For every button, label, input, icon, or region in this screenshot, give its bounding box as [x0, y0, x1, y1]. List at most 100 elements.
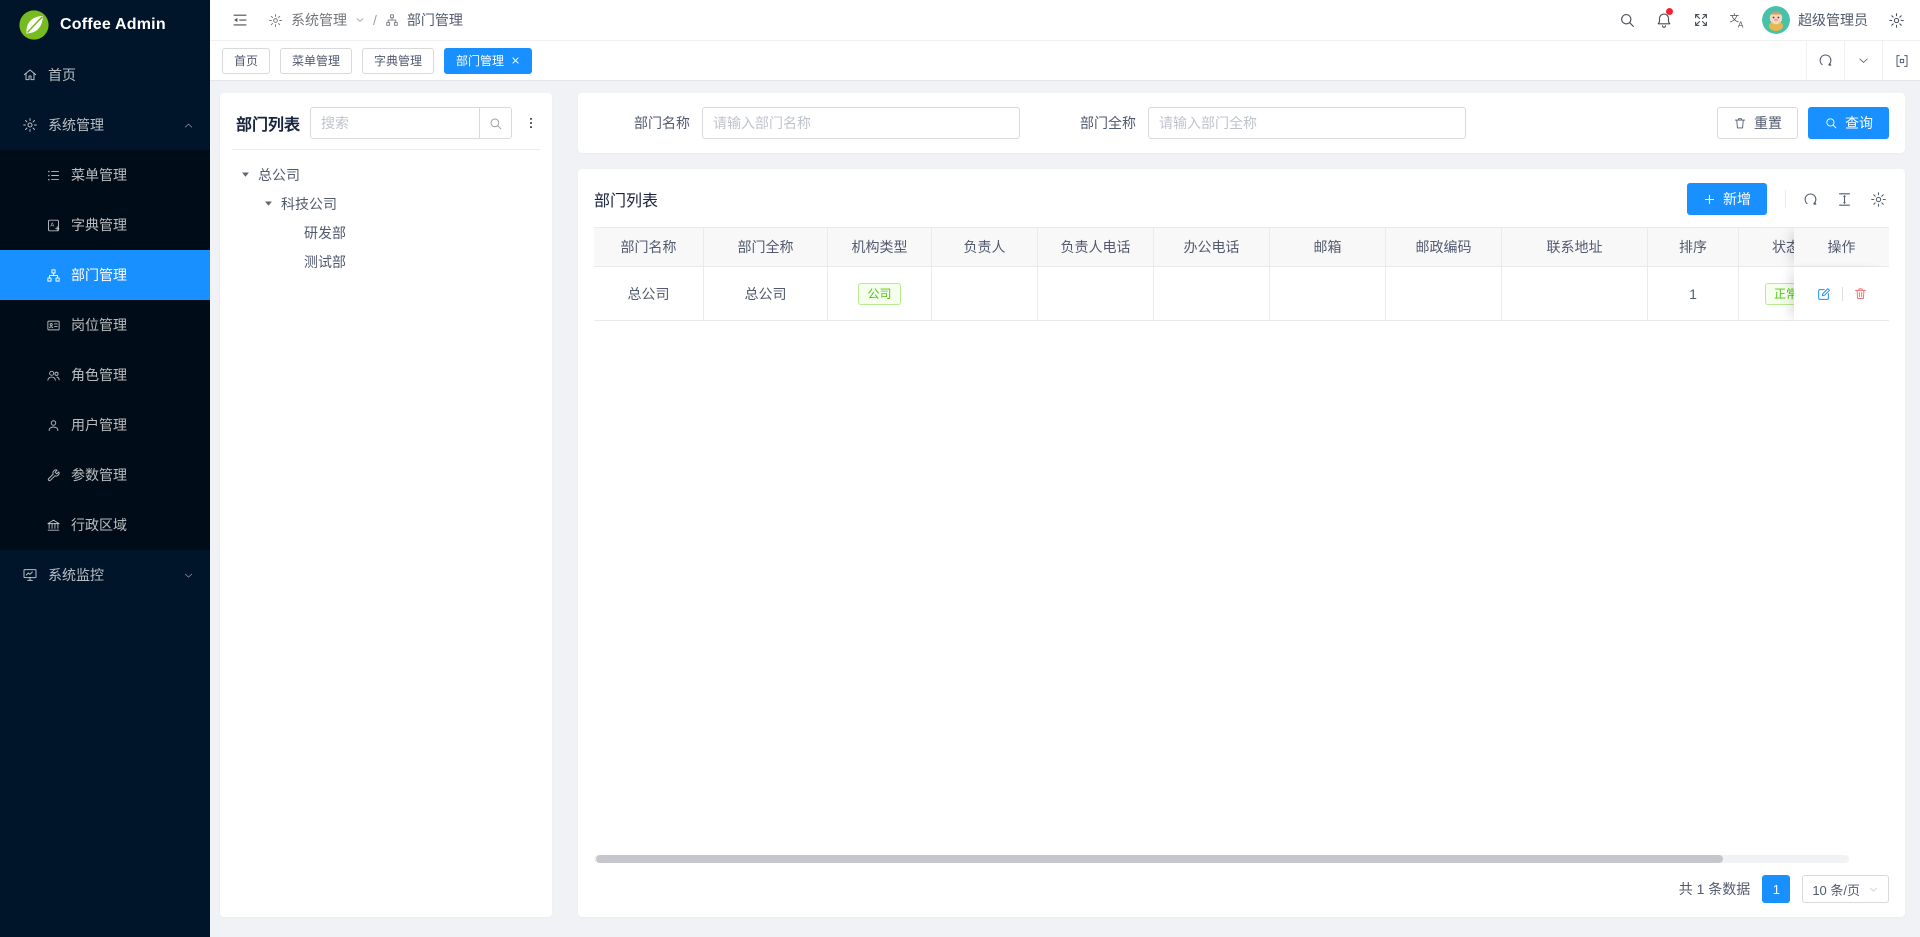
gear-icon: [1888, 12, 1905, 29]
column-height-icon: [1836, 191, 1853, 208]
col-sort: 排序: [1648, 227, 1739, 267]
dept-fullname-label: 部门全称: [1080, 113, 1136, 133]
dept-name-input[interactable]: [702, 107, 1020, 139]
chevron-down-icon: [183, 570, 194, 581]
breadcrumb-parent[interactable]: 系统管理: [291, 10, 347, 30]
tab-options-button[interactable]: [1844, 41, 1882, 80]
sidebar-item-user-mgmt[interactable]: 用户管理: [0, 400, 210, 450]
tab-menu-mgmt[interactable]: 菜单管理: [280, 48, 352, 74]
sidebar: Coffee Admin 首页 系统管理 菜单管理 A 字典管理 部门管理 岗位…: [0, 0, 210, 937]
sidebar-item-menu-mgmt[interactable]: 菜单管理: [0, 150, 210, 200]
notifications-button[interactable]: [1645, 0, 1682, 40]
cell-leader-phone: [1038, 267, 1154, 321]
sidebar-item-dict-mgmt[interactable]: A 字典管理: [0, 200, 210, 250]
sidebar-item-post-mgmt[interactable]: 岗位管理: [0, 300, 210, 350]
tab-dict-mgmt[interactable]: 字典管理: [362, 48, 434, 74]
refresh-tab-button[interactable]: [1806, 41, 1844, 80]
svg-text:A: A: [50, 222, 54, 228]
cell-address: [1502, 267, 1648, 321]
tab-home[interactable]: 首页: [222, 48, 270, 74]
tree-node-test-dept[interactable]: 测试部: [232, 247, 540, 276]
tree-search-input[interactable]: [311, 108, 479, 138]
col-actions: 操作: [1794, 227, 1889, 267]
gear-icon: [22, 117, 38, 133]
tree-more-button[interactable]: [522, 115, 540, 131]
table-empty-space: [594, 321, 1889, 853]
fullscreen-button[interactable]: [1682, 0, 1719, 40]
top-header: 系统管理 / 部门管理 文A: [210, 0, 1920, 41]
right-column: 部门名称 部门全称 重置 查询: [578, 93, 1905, 917]
sidebar-item-label: 系统管理: [48, 115, 104, 135]
add-button[interactable]: 新增: [1687, 183, 1767, 215]
scrollbar-thumb[interactable]: [596, 855, 1723, 863]
fullscreen-icon: [1692, 11, 1710, 29]
search-button-label: 查询: [1845, 113, 1873, 133]
content-area: 部门列表 总公司: [210, 81, 1920, 937]
username[interactable]: 超级管理员: [1798, 10, 1868, 30]
search-icon: [1618, 11, 1636, 29]
dictionary-icon: A: [46, 218, 61, 233]
org-type-tag: 公司: [858, 283, 900, 305]
edit-row-button[interactable]: [1816, 286, 1832, 302]
col-org-type: 机构类型: [828, 227, 932, 267]
page-1-button[interactable]: 1: [1762, 875, 1790, 903]
tree-node-head-office[interactable]: 总公司: [232, 160, 540, 189]
tree-node-label: 总公司: [258, 165, 300, 185]
sidebar-item-label: 字典管理: [71, 215, 127, 235]
sidebar-item-dept-mgmt[interactable]: 部门管理: [0, 250, 210, 300]
tree-node-label: 科技公司: [281, 194, 337, 214]
column-height-button[interactable]: [1836, 191, 1853, 208]
tree-search-button[interactable]: [479, 108, 511, 138]
search-submit-button[interactable]: 查询: [1808, 107, 1889, 139]
app-logo[interactable]: Coffee Admin: [0, 0, 210, 50]
sidebar-item-label: 行政区域: [71, 515, 127, 535]
tab-dept-mgmt[interactable]: 部门管理: [444, 48, 532, 74]
collapse-sidebar-button[interactable]: [228, 0, 252, 40]
dept-name-field: 部门名称: [634, 107, 1020, 139]
toolbar-divider: [1785, 190, 1786, 208]
sidebar-item-home[interactable]: 首页: [0, 50, 210, 100]
sidebar-item-monitor[interactable]: 系统监控: [0, 550, 210, 600]
add-button-label: 新增: [1723, 189, 1751, 209]
search-button[interactable]: [1608, 0, 1645, 40]
close-icon[interactable]: [511, 56, 520, 65]
list-icon: [46, 168, 61, 183]
svg-text:A: A: [1738, 19, 1744, 29]
col-dept-name: 部门名称: [594, 227, 704, 267]
tree-node-rd-dept[interactable]: 研发部: [232, 218, 540, 247]
dept-table-viewport: 部门名称 部门全称 机构类型 负责人 负责人电话 办公电话 邮箱 邮政编码 联系…: [594, 227, 1889, 321]
reset-button[interactable]: 重置: [1717, 107, 1798, 139]
table-settings-button[interactable]: [1870, 191, 1887, 208]
page-size-select[interactable]: 10 条/页: [1802, 875, 1889, 903]
wrench-icon: [46, 468, 61, 483]
main-area: 系统管理 / 部门管理 文A: [210, 0, 1920, 937]
refresh-table-button[interactable]: [1802, 191, 1819, 208]
breadcrumb: 系统管理 / 部门管理: [268, 10, 463, 30]
tab-label: 字典管理: [374, 52, 422, 69]
sidebar-item-param-mgmt[interactable]: 参数管理: [0, 450, 210, 500]
caret-down-icon[interactable]: [240, 169, 258, 180]
caret-down-icon[interactable]: [263, 198, 281, 209]
avatar[interactable]: [1762, 6, 1790, 34]
tab-label: 部门管理: [456, 52, 504, 69]
delete-row-button[interactable]: [1853, 286, 1868, 301]
translate-button[interactable]: 文A: [1719, 0, 1756, 40]
settings-button[interactable]: [1882, 0, 1910, 40]
dept-fullname-field: 部门全称: [1080, 107, 1466, 139]
sidebar-item-region[interactable]: 行政区域: [0, 500, 210, 550]
chevron-down-icon: [1857, 54, 1870, 67]
chevron-down-icon: [355, 15, 365, 25]
tree-node-tech-company[interactable]: 科技公司: [232, 189, 540, 218]
tab-label: 首页: [234, 52, 258, 69]
tab-bar: 首页 菜单管理 字典管理 部门管理: [210, 41, 1920, 81]
sidebar-item-role-mgmt[interactable]: 角色管理: [0, 350, 210, 400]
sidebar-item-system[interactable]: 系统管理: [0, 100, 210, 150]
app-window: Coffee Admin 首页 系统管理 菜单管理 A 字典管理 部门管理 岗位…: [0, 0, 1920, 937]
dept-fullname-input[interactable]: [1148, 107, 1466, 139]
header-tools: 文A 超级管理员: [1608, 0, 1910, 40]
cell-org-type: 公司: [828, 267, 932, 321]
maximize-content-button[interactable]: [1882, 41, 1920, 80]
leaf-logo-icon: [18, 9, 50, 41]
table-row: 总公司 总公司 公司 1 正: [594, 267, 1889, 321]
apartment-icon: [46, 268, 61, 283]
